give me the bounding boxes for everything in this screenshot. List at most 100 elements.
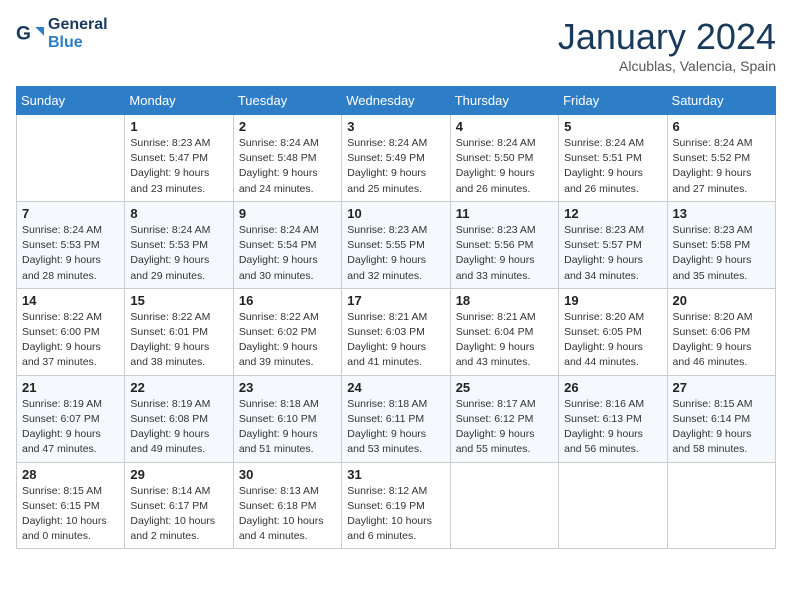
location: Alcublas, Valencia, Spain [558,58,776,74]
weekday-header: Thursday [450,87,558,115]
calendar-week-row: 7 Sunrise: 8:24 AM Sunset: 5:53 PM Daylig… [17,201,776,288]
calendar-cell: 28 Sunrise: 8:15 AM Sunset: 6:15 PM Dayli… [17,462,125,549]
logo: G General Blue [16,16,108,51]
day-info: Sunrise: 8:24 AM Sunset: 5:53 PM Dayligh… [130,223,227,284]
day-info: Sunrise: 8:22 AM Sunset: 6:01 PM Dayligh… [130,310,227,371]
calendar-cell: 24 Sunrise: 8:18 AM Sunset: 6:11 PM Dayli… [342,375,450,462]
day-info: Sunrise: 8:24 AM Sunset: 5:53 PM Dayligh… [22,223,119,284]
calendar-table: SundayMondayTuesdayWednesdayThursdayFrid… [16,86,776,549]
svg-text:G: G [16,23,31,44]
weekday-header: Saturday [667,87,775,115]
day-number: 1 [130,119,227,134]
day-info: Sunrise: 8:23 AM Sunset: 5:58 PM Dayligh… [673,223,770,284]
day-info: Sunrise: 8:18 AM Sunset: 6:10 PM Dayligh… [239,397,336,458]
calendar-cell: 8 Sunrise: 8:24 AM Sunset: 5:53 PM Daylig… [125,201,233,288]
calendar-cell: 18Sunrise: 8:21 AM Sunset: 6:04 PM Dayli… [450,288,558,375]
day-number: 10 [347,206,444,221]
day-number: 24 [347,380,444,395]
calendar-cell: 9 Sunrise: 8:24 AM Sunset: 5:54 PM Daylig… [233,201,341,288]
weekday-row: SundayMondayTuesdayWednesdayThursdayFrid… [17,87,776,115]
calendar-week-row: 21Sunrise: 8:19 AM Sunset: 6:07 PM Dayli… [17,375,776,462]
calendar-cell: 20Sunrise: 8:20 AM Sunset: 6:06 PM Dayli… [667,288,775,375]
calendar-cell: 10 Sunrise: 8:23 AM Sunset: 5:55 PM Dayli… [342,201,450,288]
day-number: 12 [564,206,661,221]
calendar-cell [17,115,125,202]
day-info: Sunrise: 8:13 AM Sunset: 6:18 PM Dayligh… [239,484,336,545]
day-number: 15 [130,293,227,308]
calendar-week-row: 28 Sunrise: 8:15 AM Sunset: 6:15 PM Dayli… [17,462,776,549]
calendar-week-row: 1 Sunrise: 8:23 AM Sunset: 5:47 PM Daylig… [17,115,776,202]
day-info: Sunrise: 8:23 AM Sunset: 5:55 PM Dayligh… [347,223,444,284]
calendar-body: 1 Sunrise: 8:23 AM Sunset: 5:47 PM Daylig… [17,115,776,549]
calendar-cell: 25 Sunrise: 8:17 AM Sunset: 6:12 PM Dayli… [450,375,558,462]
day-number: 19 [564,293,661,308]
day-info: Sunrise: 8:24 AM Sunset: 5:50 PM Dayligh… [456,136,553,197]
day-number: 6 [673,119,770,134]
weekday-header: Monday [125,87,233,115]
day-info: Sunrise: 8:15 AM Sunset: 6:14 PM Dayligh… [673,397,770,458]
logo-icon: G [16,20,44,48]
day-number: 28 [22,467,119,482]
day-info: Sunrise: 8:24 AM Sunset: 5:51 PM Dayligh… [564,136,661,197]
day-number: 29 [130,467,227,482]
calendar-cell: 21Sunrise: 8:19 AM Sunset: 6:07 PM Dayli… [17,375,125,462]
calendar-cell: 14 Sunrise: 8:22 AM Sunset: 6:00 PM Dayli… [17,288,125,375]
calendar-cell: 2Sunrise: 8:24 AM Sunset: 5:48 PM Daylig… [233,115,341,202]
day-number: 16 [239,293,336,308]
day-info: Sunrise: 8:24 AM Sunset: 5:49 PM Dayligh… [347,136,444,197]
day-info: Sunrise: 8:23 AM Sunset: 5:57 PM Dayligh… [564,223,661,284]
day-info: Sunrise: 8:18 AM Sunset: 6:11 PM Dayligh… [347,397,444,458]
day-number: 31 [347,467,444,482]
day-info: Sunrise: 8:24 AM Sunset: 5:52 PM Dayligh… [673,136,770,197]
weekday-header: Sunday [17,87,125,115]
day-info: Sunrise: 8:22 AM Sunset: 6:02 PM Dayligh… [239,310,336,371]
calendar-cell: 16 Sunrise: 8:22 AM Sunset: 6:02 PM Dayli… [233,288,341,375]
day-info: Sunrise: 8:15 AM Sunset: 6:15 PM Dayligh… [22,484,119,545]
day-number: 11 [456,206,553,221]
day-number: 27 [673,380,770,395]
day-info: Sunrise: 8:16 AM Sunset: 6:13 PM Dayligh… [564,397,661,458]
day-info: Sunrise: 8:19 AM Sunset: 6:08 PM Dayligh… [130,397,227,458]
day-number: 2 [239,119,336,134]
day-number: 22 [130,380,227,395]
calendar-cell: 1 Sunrise: 8:23 AM Sunset: 5:47 PM Daylig… [125,115,233,202]
day-info: Sunrise: 8:19 AM Sunset: 6:07 PM Dayligh… [22,397,119,458]
day-number: 7 [22,206,119,221]
day-number: 3 [347,119,444,134]
calendar-cell: 7 Sunrise: 8:24 AM Sunset: 5:53 PM Daylig… [17,201,125,288]
calendar-cell [667,462,775,549]
day-info: Sunrise: 8:20 AM Sunset: 6:05 PM Dayligh… [564,310,661,371]
calendar-cell: 15 Sunrise: 8:22 AM Sunset: 6:01 PM Dayli… [125,288,233,375]
page-header: G General Blue January 2024 Alcublas, Va… [16,16,776,74]
day-info: Sunrise: 8:24 AM Sunset: 5:54 PM Dayligh… [239,223,336,284]
calendar-cell: 19 Sunrise: 8:20 AM Sunset: 6:05 PM Dayli… [559,288,667,375]
day-number: 13 [673,206,770,221]
month-title: January 2024 [558,16,776,58]
calendar-cell [450,462,558,549]
calendar-cell: 17Sunrise: 8:21 AM Sunset: 6:03 PM Dayli… [342,288,450,375]
calendar-cell: 4Sunrise: 8:24 AM Sunset: 5:50 PM Daylig… [450,115,558,202]
day-number: 30 [239,467,336,482]
day-info: Sunrise: 8:21 AM Sunset: 6:04 PM Dayligh… [456,310,553,371]
day-number: 25 [456,380,553,395]
day-number: 9 [239,206,336,221]
day-info: Sunrise: 8:12 AM Sunset: 6:19 PM Dayligh… [347,484,444,545]
day-info: Sunrise: 8:22 AM Sunset: 6:00 PM Dayligh… [22,310,119,371]
day-number: 14 [22,293,119,308]
day-info: Sunrise: 8:23 AM Sunset: 5:47 PM Dayligh… [130,136,227,197]
day-number: 8 [130,206,227,221]
calendar-cell: 27 Sunrise: 8:15 AM Sunset: 6:14 PM Dayli… [667,375,775,462]
logo-text: General Blue [48,16,108,51]
calendar-cell: 26 Sunrise: 8:16 AM Sunset: 6:13 PM Dayli… [559,375,667,462]
day-number: 5 [564,119,661,134]
calendar-cell: 13 Sunrise: 8:23 AM Sunset: 5:58 PM Dayli… [667,201,775,288]
calendar-header: SundayMondayTuesdayWednesdayThursdayFrid… [17,87,776,115]
day-number: 26 [564,380,661,395]
calendar-cell: 12 Sunrise: 8:23 AM Sunset: 5:57 PM Dayli… [559,201,667,288]
weekday-header: Friday [559,87,667,115]
day-info: Sunrise: 8:17 AM Sunset: 6:12 PM Dayligh… [456,397,553,458]
day-info: Sunrise: 8:14 AM Sunset: 6:17 PM Dayligh… [130,484,227,545]
calendar-cell: 11Sunrise: 8:23 AM Sunset: 5:56 PM Dayli… [450,201,558,288]
day-number: 17 [347,293,444,308]
calendar-cell: 29 Sunrise: 8:14 AM Sunset: 6:17 PM Dayli… [125,462,233,549]
